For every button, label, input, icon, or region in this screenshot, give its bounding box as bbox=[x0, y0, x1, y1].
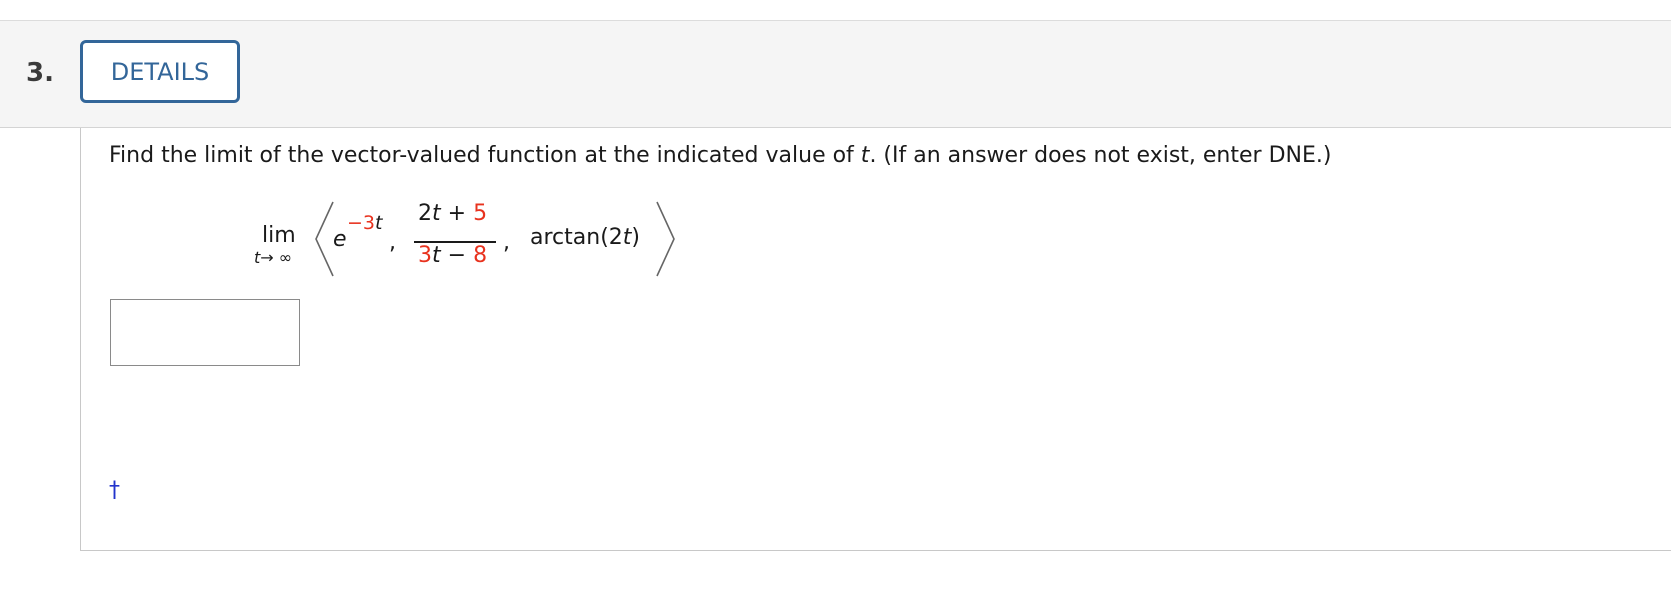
exp-sign: − bbox=[347, 212, 363, 234]
den-const: 8 bbox=[473, 243, 488, 268]
num-var: t bbox=[432, 201, 441, 226]
limit-expression: lim t→ ∞ e −3t , 2t + 5 3t − 8 , arctan(… bbox=[251, 196, 691, 286]
exp-coef: 3 bbox=[362, 212, 376, 234]
den-op: − bbox=[440, 243, 474, 268]
arctan-term: arctan(2t) bbox=[530, 225, 640, 250]
exp-var: t bbox=[375, 212, 383, 234]
exp-exponent: −3t bbox=[347, 212, 382, 234]
lim-subscript-rest: → ∞ bbox=[260, 248, 293, 267]
fraction-numerator: 2t + 5 bbox=[418, 201, 487, 226]
prompt-text: Find the limit of the vector-valued func… bbox=[109, 143, 861, 168]
arctan-close: ) bbox=[631, 225, 641, 250]
num-op: + bbox=[440, 201, 474, 226]
exp-base: e bbox=[333, 227, 347, 252]
comma-2: , bbox=[503, 230, 510, 255]
den-coef: 3 bbox=[418, 243, 432, 268]
prompt-text-end: . (If an answer does not exist, enter DN… bbox=[869, 143, 1332, 168]
question-body: Find the limit of the vector-valued func… bbox=[80, 128, 1671, 551]
footnote-dagger-link[interactable]: † bbox=[109, 478, 120, 503]
fraction-denominator: 3t − 8 bbox=[418, 243, 487, 268]
lim-operator: lim bbox=[262, 223, 296, 248]
question-header bbox=[0, 21, 1671, 128]
details-button[interactable]: DETAILS bbox=[80, 40, 240, 103]
num-const: 5 bbox=[473, 201, 488, 226]
arctan-open: arctan(2 bbox=[530, 225, 623, 250]
right-angle-bracket bbox=[656, 201, 675, 277]
question-prompt: Find the limit of the vector-valued func… bbox=[109, 143, 1331, 168]
comma-1: , bbox=[389, 230, 396, 255]
den-var: t bbox=[432, 243, 441, 268]
num-coef: 2 bbox=[418, 201, 432, 226]
lim-subscript: t→ ∞ bbox=[254, 248, 292, 267]
answer-input[interactable] bbox=[110, 299, 300, 366]
question-number: 3. bbox=[26, 58, 54, 88]
